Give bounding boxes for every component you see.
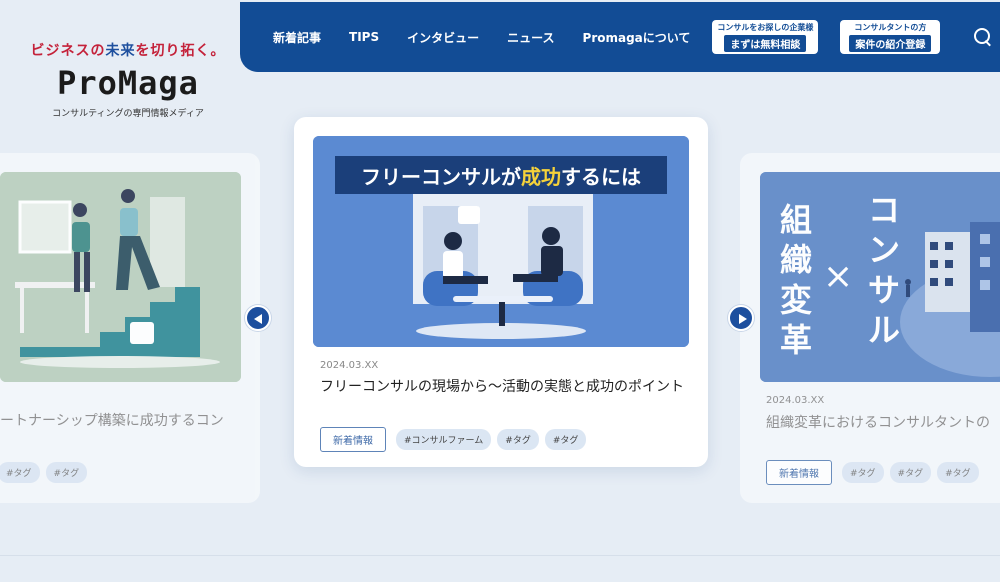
- carousel-next-button[interactable]: [728, 305, 754, 331]
- tag-chip[interactable]: #タグ: [937, 462, 979, 483]
- article-thumbnail: 組織変革 × コンサル: [760, 172, 1000, 382]
- article-thumbnail: フリーコンサルが 成功 するには: [313, 136, 689, 347]
- category-badge[interactable]: 新着情報: [320, 427, 386, 452]
- site-logo[interactable]: ビジネスの未来を切り拓く。 ProMaga コンサルティングの専門情報メディア: [28, 40, 228, 119]
- tag-list: 新着情報 #コンサルファーム #タグ #タグ: [320, 427, 587, 452]
- nav-item-about[interactable]: Promagaについて: [583, 29, 691, 46]
- article-date: 2024.03.XX: [320, 360, 379, 371]
- section-divider: [0, 555, 1000, 556]
- article-title[interactable]: ートナーシップ構築に成功するコン: [0, 410, 260, 432]
- banner-text-right: コンサル: [868, 191, 901, 349]
- partnership-illustration: [0, 172, 241, 382]
- article-card-next[interactable]: 組織変革 × コンサル 2024.03.XX 組織変革におけるコンサルタントの …: [740, 153, 1000, 503]
- banner-text-left: 組織変革: [780, 201, 813, 359]
- cta-label-big: 案件の紹介登録: [849, 35, 932, 52]
- article-title[interactable]: 組織変革におけるコンサルタントの: [766, 412, 1000, 434]
- nav-item-new-articles[interactable]: 新着記事: [273, 29, 321, 46]
- logo-subtitle: コンサルティングの専門情報メディア: [52, 109, 204, 119]
- logo-wordmark: ProMaga: [57, 64, 199, 102]
- logo-tagline: ビジネスの未来を切り拓く。: [30, 43, 226, 59]
- tag-chip[interactable]: #タグ: [497, 429, 539, 450]
- banner-title: フリーコンサルが 成功 するには: [335, 156, 667, 194]
- article-thumbnail: [0, 172, 241, 382]
- consultant-register-button[interactable]: コンサルタントの方 案件の紹介登録: [840, 20, 941, 54]
- tag-chip[interactable]: #タグ: [889, 462, 932, 483]
- tag-chip[interactable]: #タグ: [544, 429, 587, 450]
- category-badge[interactable]: 新着情報: [766, 460, 832, 485]
- article-title[interactable]: フリーコンサルの現場から〜活動の実態と成功のポイント: [320, 376, 692, 398]
- search-icon[interactable]: [974, 28, 992, 46]
- article-card-featured[interactable]: フリーコンサルが 成功 するには 2024.03.XX フリーコンサルの現場から〜活…: [294, 117, 708, 467]
- global-nav: 新着記事 TIPS インタビュー ニュース Promagaについて コンサルをお…: [240, 2, 1000, 72]
- tag-chip[interactable]: #タグ: [45, 462, 88, 483]
- banner-x: ×: [823, 256, 854, 297]
- nav-item-interview[interactable]: インタビュー: [407, 29, 479, 46]
- tag-list: 新着情報 #タグ #タグ #タグ: [766, 460, 979, 485]
- article-date: 2024.03.XX: [766, 395, 825, 406]
- tag-list: #タグ #タグ: [0, 462, 88, 483]
- cta-label-big: まずは無料相談: [724, 35, 807, 52]
- free-consultation-button[interactable]: コンサルをお探しの企業様 まずは無料相談: [712, 20, 819, 54]
- cta-label-small: コンサルタントの方: [854, 23, 927, 32]
- tag-chip[interactable]: #タグ: [842, 462, 884, 483]
- tag-chip[interactable]: #タグ: [0, 462, 40, 483]
- carousel-prev-button[interactable]: [245, 305, 271, 331]
- nav-item-news[interactable]: ニュース: [507, 29, 554, 46]
- nav-item-tips[interactable]: TIPS: [349, 30, 379, 44]
- tag-chip[interactable]: #コンサルファーム: [396, 429, 492, 450]
- cta-label-small: コンサルをお探しの企業様: [717, 23, 814, 32]
- article-card-previous[interactable]: ートナーシップ構築に成功するコン #タグ #タグ: [0, 153, 260, 503]
